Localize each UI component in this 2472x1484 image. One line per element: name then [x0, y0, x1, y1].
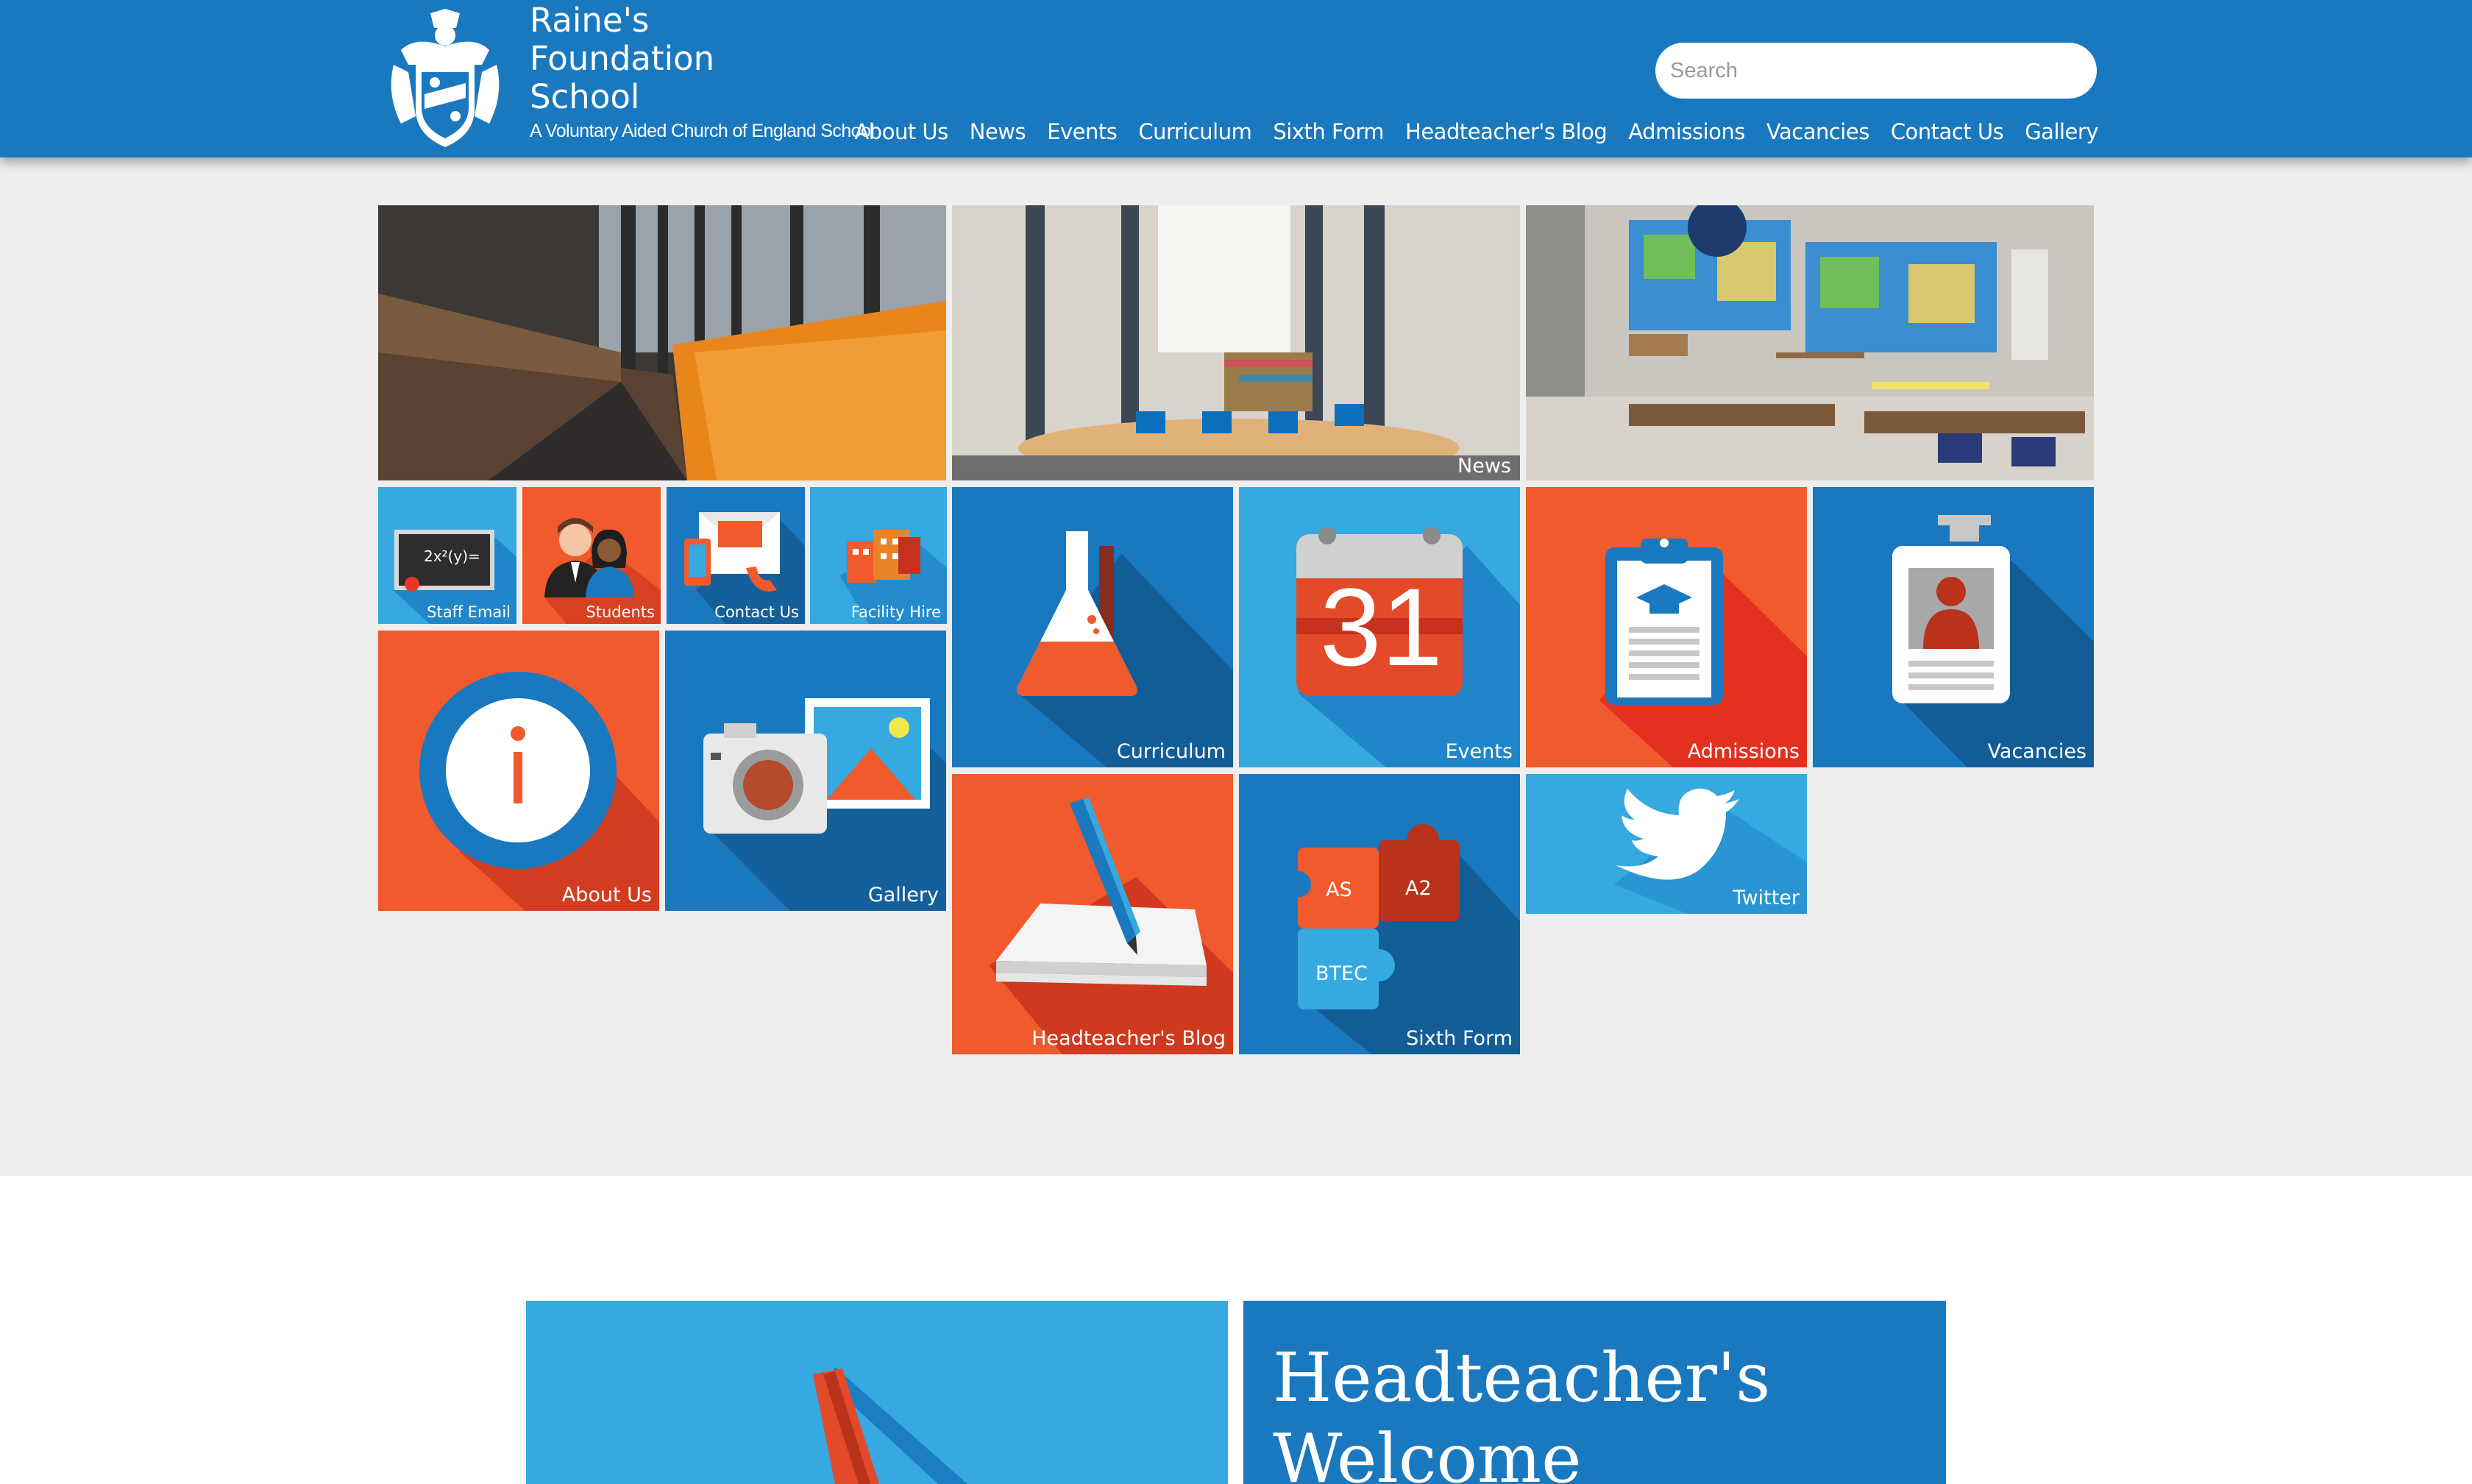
puzzle-label-as: AS — [1326, 878, 1352, 901]
nav-headteachers-blog[interactable]: Headteacher's Blog — [1405, 119, 1608, 144]
nav-about-us[interactable]: About Us — [854, 119, 948, 144]
staff-email-tile[interactable]: 2x²(y)= Staff Email — [378, 487, 516, 624]
notebook-pen-icon — [989, 798, 1233, 1054]
news-tile-label: News — [1457, 455, 1511, 477]
welcome-heading-line-1: Headteacher's — [1273, 1338, 1771, 1417]
chalkboard-text: 2x²(y)= — [424, 547, 480, 565]
puzzle-icon — [1285, 824, 1520, 1054]
computer-room-photo — [952, 205, 1520, 480]
contact-us-small-tile[interactable]: Contact Us — [667, 487, 805, 624]
nav-admissions[interactable]: Admissions — [1628, 119, 1745, 144]
search-input[interactable] — [1655, 43, 2097, 99]
students-label: Students — [586, 603, 655, 621]
nav-gallery[interactable]: Gallery — [2025, 119, 2098, 144]
staff-email-label: Staff Email — [427, 603, 511, 621]
curriculum-tile[interactable]: Curriculum — [952, 487, 1233, 767]
students-tile[interactable]: Students — [522, 487, 661, 624]
camera-icon — [702, 698, 946, 911]
school-subtitle: A Voluntary Aided Church of England Scho… — [530, 121, 875, 141]
curriculum-label: Curriculum — [1116, 740, 1226, 763]
school-name[interactable]: Raine's Foundation School — [530, 1, 839, 116]
puzzle-label-a2: A2 — [1405, 877, 1432, 900]
school-name-line-2: Foundation — [530, 39, 715, 78]
corridor-photo — [378, 205, 946, 480]
classroom-photo — [1526, 205, 2094, 480]
facility-hire-label: Facility Hire — [850, 603, 941, 621]
pen-illustration-icon — [813, 1367, 967, 1484]
news-tile[interactable]: News — [952, 205, 1520, 480]
nav-vacancies[interactable]: Vacancies — [1766, 119, 1869, 144]
welcome-heading: Headteacher's Welcome — [1273, 1338, 1920, 1484]
school-name-line-3: School — [530, 77, 640, 116]
admissions-label: Admissions — [1687, 740, 1800, 763]
site-header: Raine's Foundation School A Voluntary Ai… — [0, 0, 2472, 157]
twitter-tile[interactable]: Twitter — [1526, 774, 1807, 914]
photo-corridor-tile[interactable] — [378, 205, 946, 480]
headteachers-blog-tile[interactable]: Headteacher's Blog — [952, 774, 1233, 1054]
puzzle-label-btec: BTEC — [1315, 962, 1368, 985]
info-icon — [419, 672, 659, 911]
flask-icon — [1017, 531, 1233, 767]
welcome-heading-line-2: Welcome — [1273, 1419, 1582, 1484]
nav-events[interactable]: Events — [1047, 119, 1118, 144]
twitter-label: Twitter — [1733, 887, 1800, 909]
main-nav: About Us News Events Curriculum Sixth Fo… — [854, 119, 2098, 144]
facility-hire-tile[interactable]: Facility Hire — [810, 487, 947, 624]
gallery-label: Gallery — [867, 884, 939, 906]
nav-curriculum[interactable]: Curriculum — [1138, 119, 1252, 144]
admissions-tile[interactable]: Admissions — [1526, 487, 1807, 767]
headteacher-welcome-panel: Headteacher's Welcome — [1243, 1301, 1946, 1484]
sixth-form-label: Sixth Form — [1406, 1027, 1513, 1050]
sixth-form-tile[interactable]: AS A2 BTEC Sixth Form — [1239, 774, 1520, 1054]
photo-classroom-tile[interactable] — [1526, 205, 2094, 480]
nav-contact-us[interactable]: Contact Us — [1891, 119, 2004, 144]
nav-sixth-form[interactable]: Sixth Form — [1273, 119, 1384, 144]
events-tile[interactable]: 31 Events — [1239, 487, 1520, 767]
gallery-tile[interactable]: Gallery — [665, 631, 946, 911]
id-badge-icon — [1892, 515, 2094, 767]
calendar-day-number: 31 — [1320, 565, 1443, 689]
school-name-line-1: Raine's — [530, 1, 650, 40]
school-crest-logo[interactable] — [386, 6, 504, 150]
clipboard-icon — [1599, 539, 1807, 767]
nav-news[interactable]: News — [970, 119, 1026, 144]
vacancies-label: Vacancies — [1987, 740, 2086, 763]
tile-area: News 2x²(y)= Staff Email Students Contac… — [0, 157, 2472, 1176]
contact-us-small-label: Contact Us — [714, 603, 799, 621]
about-us-label: About Us — [561, 884, 652, 906]
headteachers-blog-label: Headteacher's Blog — [1031, 1027, 1226, 1050]
vacancies-tile[interactable]: Vacancies — [1813, 487, 2094, 767]
headteacher-feature-image[interactable] — [526, 1301, 1228, 1484]
events-label: Events — [1445, 740, 1513, 763]
about-us-tile[interactable]: About Us — [378, 631, 659, 911]
